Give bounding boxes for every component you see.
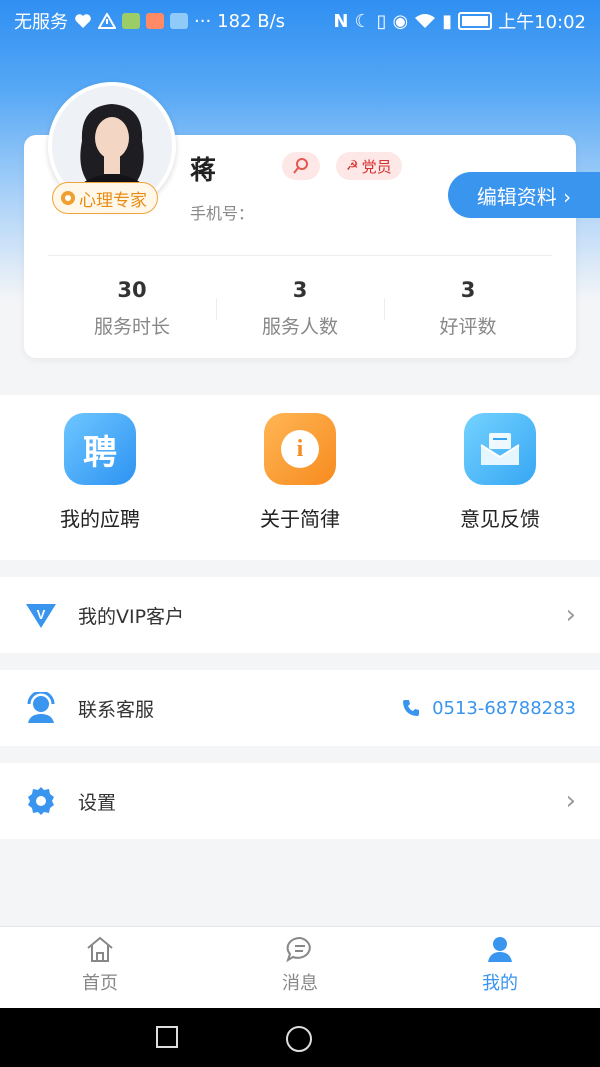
medal-icon <box>61 191 75 205</box>
party-emblem-icon: ☭ <box>346 158 359 174</box>
menu-label: 我的VIP客户 <box>78 605 185 628</box>
wifi-icon <box>415 14 436 28</box>
clock: 上午10:02 <box>498 12 586 33</box>
stat-value: 3 <box>460 278 476 302</box>
menu-settings[interactable]: 设置 › <box>0 763 600 839</box>
more-dots-icon: ··· <box>194 10 212 32</box>
stat-label: 好评数 <box>439 316 497 338</box>
music-app-icon <box>170 13 188 29</box>
search-icon <box>293 158 308 174</box>
expert-badge-label: 心理专家 <box>79 190 147 211</box>
profile-icon <box>488 937 512 962</box>
stat-label: 服务时长 <box>93 316 170 338</box>
sim-alert-icon: ▮ <box>442 10 453 32</box>
party-member-label: 党员 <box>361 157 392 176</box>
menu-label: 设置 <box>78 791 117 814</box>
action-label: 意见反馈 <box>460 507 540 531</box>
square-icon <box>156 1026 178 1048</box>
phone-label: 手机号： <box>190 204 255 223</box>
home-system-button[interactable] <box>285 1025 313 1057</box>
battery-icon <box>458 12 493 30</box>
stats-row: 30 服务时长 3 服务人数 3 好评数 <box>48 278 552 339</box>
nav-label: 我的 <box>482 973 518 994</box>
recruit-icon: 聘 <box>64 413 136 485</box>
action-feedback[interactable]: 意见反馈 <box>400 395 600 560</box>
info-icon: i <box>264 413 336 485</box>
network-speed: 182 B/s <box>217 10 286 32</box>
status-bar: 无服务 ··· 182 B/s N ☾ ▯ ◉ ▮ 上午10:02 <box>0 0 600 42</box>
nav-home[interactable]: 首页 <box>0 927 200 1009</box>
feedback-mail-icon <box>464 413 536 485</box>
video-app-icon <box>146 13 164 29</box>
vibrate-icon: ▯ <box>376 10 387 32</box>
stat-service-hours: 30 服务时长 <box>48 278 216 339</box>
svg-text:V: V <box>37 607 46 622</box>
card-divider <box>48 255 552 256</box>
phone-icon <box>403 700 420 716</box>
edit-profile-label: 编辑资料 › <box>476 184 572 209</box>
info-glyph: i <box>296 435 304 462</box>
edit-profile-button[interactable]: 编辑资料 › <box>448 172 600 218</box>
eye-icon: ◉ <box>392 10 409 32</box>
menu-vip-clients[interactable]: V 我的VIP客户 › <box>0 577 600 653</box>
stat-value: 3 <box>292 278 308 302</box>
nav-label: 消息 <box>282 973 318 994</box>
stat-service-count: 3 服务人数 <box>216 278 384 339</box>
chevron-right-icon: › <box>565 786 576 816</box>
mail-app-icon <box>122 13 140 29</box>
menu-contact-service[interactable]: 联系客服 0513-68788283 <box>0 670 600 746</box>
nav-messages[interactable]: 消息 <box>200 927 400 1009</box>
recruit-glyph: 聘 <box>83 432 117 473</box>
chevron-right-icon: › <box>565 600 576 630</box>
stat-good-reviews: 3 好评数 <box>384 278 552 339</box>
vip-icon: V <box>24 598 58 632</box>
message-icon <box>286 936 311 963</box>
recents-button[interactable] <box>155 1025 179 1053</box>
circle-icon <box>286 1026 312 1052</box>
bottom-nav: 首页 消息 我的 <box>0 926 600 1009</box>
expert-badge: 心理专家 <box>52 182 158 214</box>
service-phone-number[interactable]: 0513-68788283 <box>432 698 576 719</box>
search-tag[interactable] <box>282 152 320 180</box>
quick-actions: 聘 我的应聘 i 关于简律 意见反馈 <box>0 395 600 560</box>
action-my-applications[interactable]: 聘 我的应聘 <box>0 395 200 560</box>
moon-icon: ☾ <box>354 10 371 32</box>
action-label: 关于简律 <box>260 507 340 531</box>
nfc-icon: N <box>333 10 349 32</box>
warning-icon <box>98 13 116 29</box>
system-nav-bar <box>0 1008 600 1067</box>
nav-profile[interactable]: 我的 <box>400 927 600 1009</box>
home-icon <box>87 936 113 962</box>
stat-value: 30 <box>117 278 147 302</box>
action-label: 我的应聘 <box>60 507 140 531</box>
heart-icon <box>75 14 91 28</box>
menu-label: 联系客服 <box>78 698 155 721</box>
action-about[interactable]: i 关于简律 <box>200 395 400 560</box>
carrier-text: 无服务 <box>14 12 68 33</box>
party-member-tag: ☭ 党员 <box>336 152 402 180</box>
nav-label: 首页 <box>82 973 118 994</box>
gear-icon <box>24 784 58 818</box>
customer-service-icon <box>24 691 58 725</box>
stat-label: 服务人数 <box>261 316 338 338</box>
user-name: 蒋 <box>190 156 217 186</box>
